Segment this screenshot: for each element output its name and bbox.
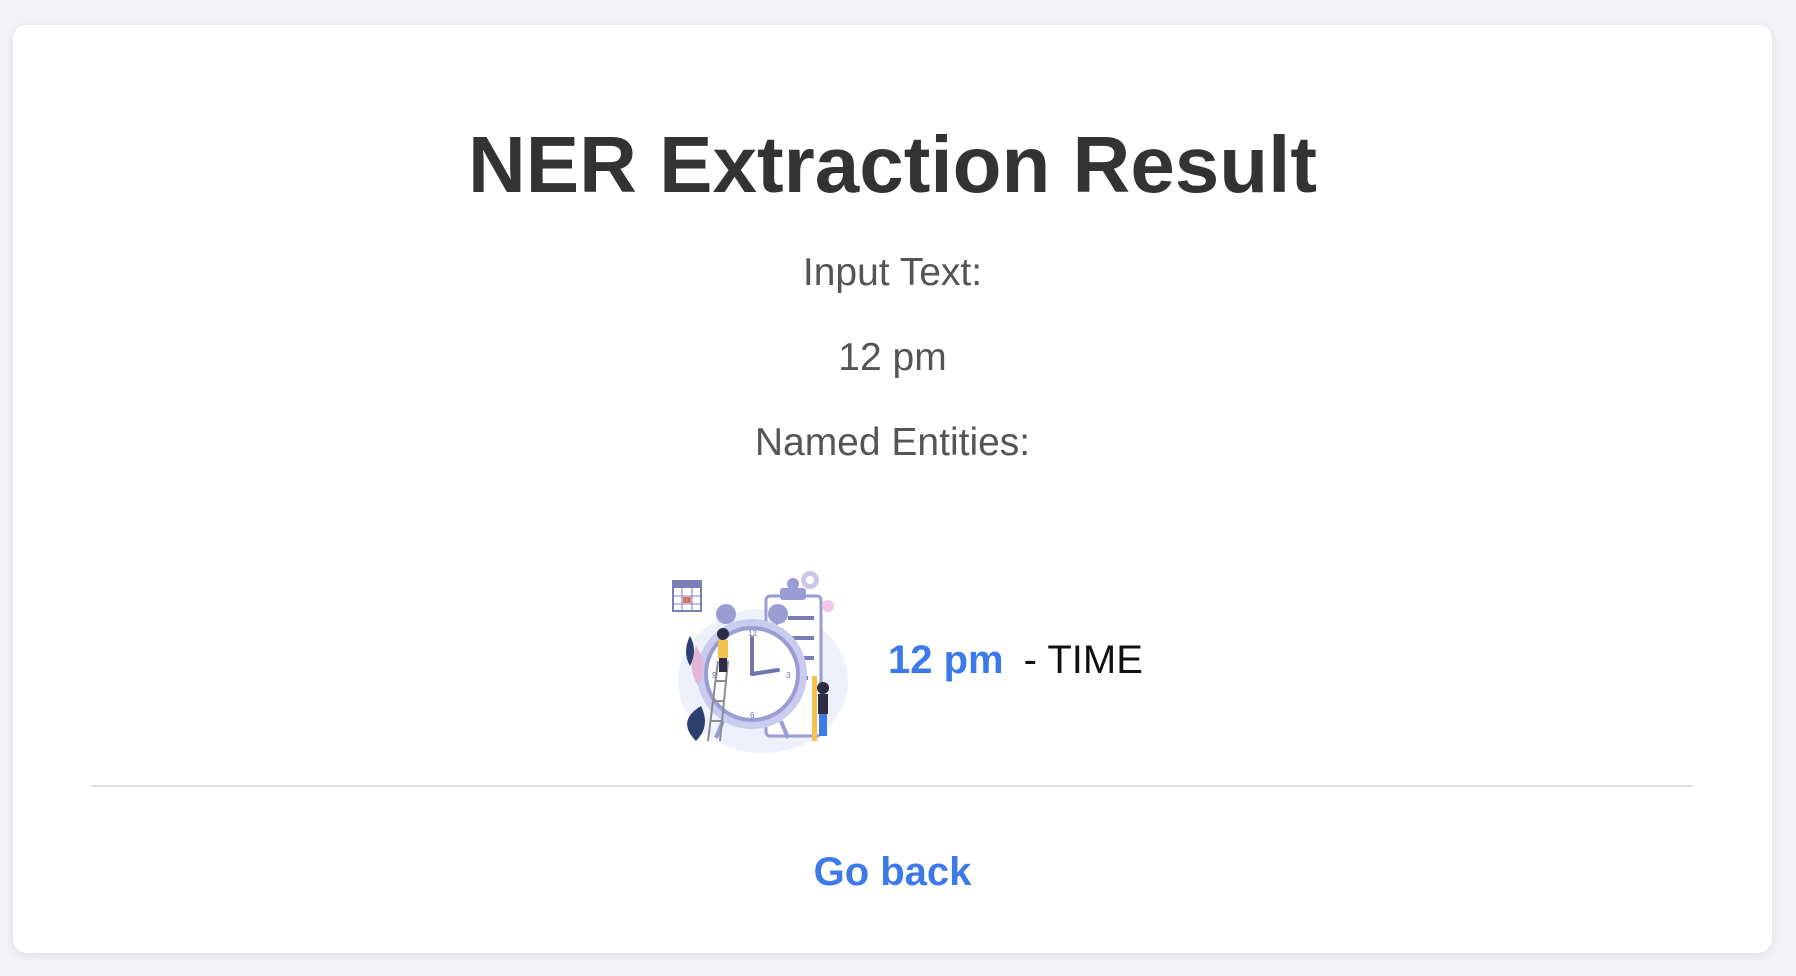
- entity-text: 12 pm: [888, 638, 1004, 682]
- input-text-value: 12 pm: [838, 336, 947, 379]
- result-card: NER Extraction Result Input Text: 12 pm …: [13, 25, 1772, 953]
- go-back-link[interactable]: Go back: [13, 852, 1772, 892]
- entity-item: 12 3 6 9 12 pm - TIME: [668, 558, 1143, 763]
- page-title: NER Extraction Result: [467, 120, 1318, 209]
- time-schedule-illustration-icon: 12 3 6 9: [672, 570, 848, 753]
- entity-type: - TIME: [1024, 638, 1143, 683]
- input-text-label: Input Text:: [802, 251, 983, 294]
- divider: [92, 785, 1693, 787]
- entity-separator: -: [1023, 638, 1048, 682]
- svg-text:6: 6: [750, 711, 755, 720]
- svg-text:3: 3: [786, 671, 791, 680]
- svg-text:12: 12: [748, 629, 757, 638]
- entity-type-label: TIME: [1047, 638, 1143, 682]
- named-entities-label: Named Entities:: [754, 421, 1031, 464]
